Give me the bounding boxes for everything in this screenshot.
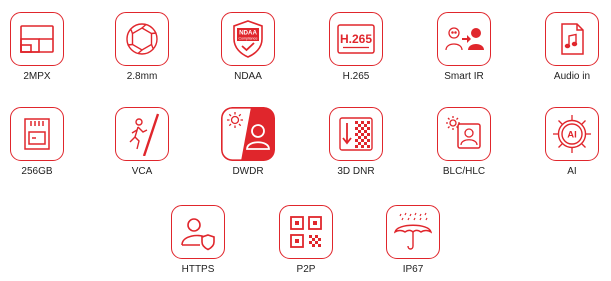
feature-label: NDAA <box>234 71 262 82</box>
h265-badge-text: H.265 <box>340 32 372 46</box>
h265-codec-icon: H.265 <box>337 24 375 54</box>
intrusion-detection-icon <box>129 113 160 156</box>
feature-tile: AI <box>545 107 599 161</box>
feature-label: VCA <box>131 166 153 177</box>
feature-p2p: P2P <box>264 205 348 276</box>
feature-tile <box>437 12 491 66</box>
backlight-compensation-icon <box>446 116 481 149</box>
feature-ndaa: NDAA Compliance NDAA <box>206 12 290 83</box>
feature-audio-in: Audio in <box>530 12 611 83</box>
feature-tile <box>545 12 599 66</box>
weatherproof-umbrella-icon <box>393 212 433 250</box>
smart-ir-icon <box>445 27 484 51</box>
noise-reduction-icon <box>339 117 373 151</box>
feature-blc-hlc: BLC/HLC <box>422 107 506 178</box>
feature-tile <box>386 205 440 259</box>
compliance-badge-text: Compliance <box>239 37 258 41</box>
feature-tile: NDAA Compliance <box>221 12 275 66</box>
feature-tile <box>115 12 169 66</box>
dwdr-icon <box>221 107 275 161</box>
feature-3d-dnr: 3D DNR <box>314 107 398 178</box>
feature-label: BLC/HLC <box>442 166 486 177</box>
feature-label: HTTPS <box>181 264 215 275</box>
feature-ip67: IP67 <box>371 205 455 276</box>
ndaa-compliance-shield-icon: NDAA Compliance <box>233 20 263 58</box>
feature-256gb: 256GB <box>0 107 79 178</box>
feature-tile: H.265 <box>329 12 383 66</box>
ndaa-badge-text: NDAA <box>239 30 257 37</box>
feature-label: H.265 <box>342 71 370 82</box>
ai-badge-text: AI <box>567 130 577 141</box>
feature-label: 2.8mm <box>126 71 158 82</box>
qr-code-icon <box>290 216 322 248</box>
feature-h265: H.265 H.265 <box>314 12 398 83</box>
audio-file-icon <box>561 23 584 55</box>
feature-tile <box>115 107 169 161</box>
feature-label: 2MPX <box>23 71 51 82</box>
feature-ai: AI AI <box>530 107 611 178</box>
feature-tile <box>171 205 225 259</box>
feature-tile <box>329 107 383 161</box>
feature-smart-ir: Smart IR <box>422 12 506 83</box>
feature-label: DWDR <box>232 166 264 177</box>
feature-https: HTTPS <box>156 205 240 276</box>
feature-label: 256GB <box>21 166 53 177</box>
feature-tile <box>10 12 64 66</box>
ai-chip-icon: AI <box>553 115 591 153</box>
feature-2mpx: 2MPX <box>0 12 79 83</box>
feature-tile <box>437 107 491 161</box>
feature-tile <box>279 205 333 259</box>
feature-dwdr: DWDR <box>206 107 290 178</box>
feature-label: AI <box>567 166 577 177</box>
resolution-icon <box>20 25 54 53</box>
secure-user-icon <box>181 218 215 251</box>
feature-tile <box>221 107 275 161</box>
sd-card-icon <box>24 118 50 150</box>
lens-aperture-icon <box>126 23 158 55</box>
feature-label: P2P <box>296 264 316 275</box>
feature-tile <box>10 107 64 161</box>
feature-label: Smart IR <box>444 71 484 82</box>
feature-label: 3D DNR <box>337 166 375 177</box>
feature-vca: VCA <box>100 107 184 178</box>
feature-label: Audio in <box>553 71 591 82</box>
feature-label: IP67 <box>402 264 424 275</box>
feature-2-8mm: 2.8mm <box>100 12 184 83</box>
